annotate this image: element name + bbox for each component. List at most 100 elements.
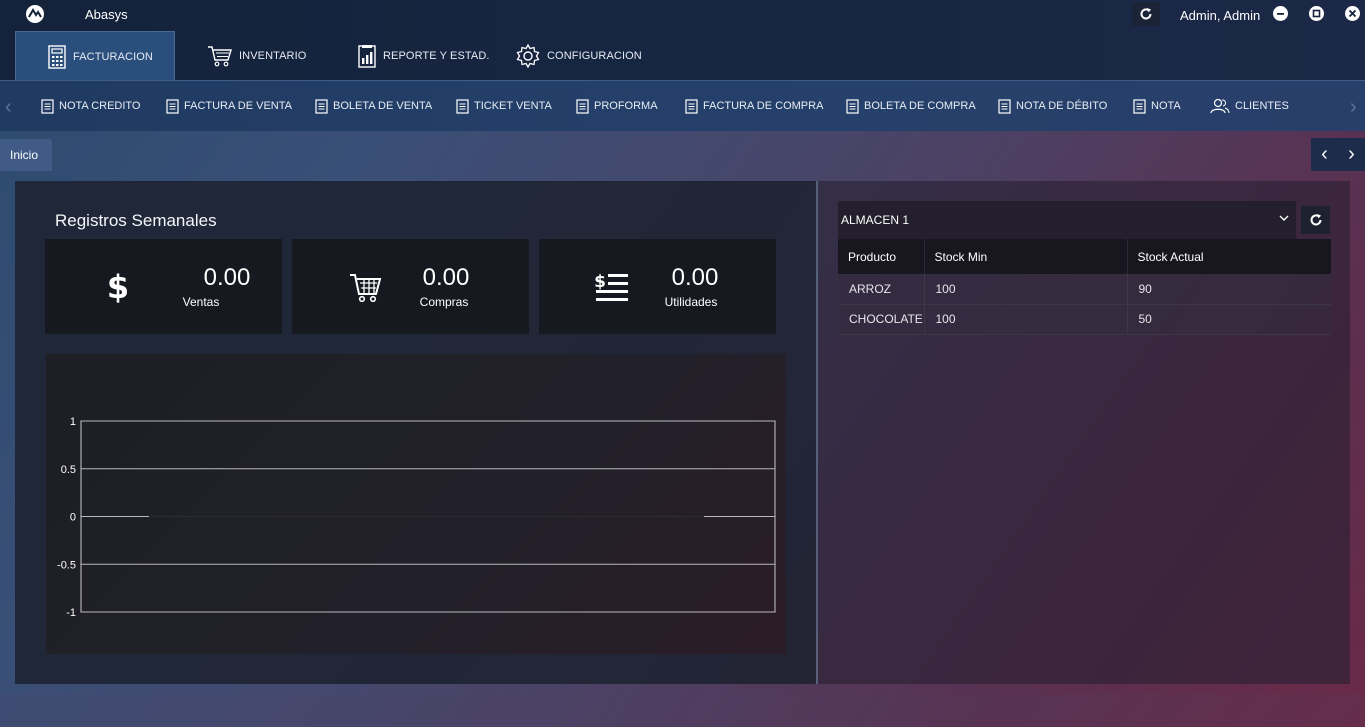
- document-icon: [315, 98, 328, 114]
- table-row[interactable]: ARROZ 100 90: [838, 274, 1331, 305]
- cart-icon: [347, 269, 383, 305]
- close-icon: [1348, 9, 1357, 18]
- toolbar-label: PROFORMA: [594, 100, 658, 112]
- refresh-icon: [1140, 8, 1152, 20]
- document-icon: [576, 98, 589, 114]
- toolbar-boleta-compra[interactable]: BOLETA DE COMPRA: [846, 98, 976, 114]
- tab-label: Inicio: [10, 148, 39, 162]
- y-tick-label: -1: [66, 607, 76, 619]
- tab-label: INVENTARIO: [239, 50, 307, 62]
- y-tick-label: 0.5: [61, 464, 76, 476]
- scroll-left-icon[interactable]: ‹: [5, 96, 12, 119]
- toolbar-label: TICKET VENTA: [474, 100, 552, 112]
- column-header[interactable]: Producto: [838, 239, 925, 274]
- svg-text:$: $: [594, 272, 606, 292]
- table-row[interactable]: CHOCOLATE 100 50: [838, 304, 1331, 335]
- tab-inicio[interactable]: Inicio: [0, 139, 52, 171]
- status-strip: [0, 694, 1365, 727]
- y-tick-label: 1: [70, 416, 76, 428]
- toolbar-proforma[interactable]: PROFORMA: [576, 98, 658, 114]
- document-icon: [1133, 98, 1146, 114]
- document-icon: [41, 98, 54, 114]
- tab-label: REPORTE Y ESTAD.: [383, 50, 490, 62]
- stock-refresh-button[interactable]: [1301, 206, 1330, 234]
- tab-navigation: ‹ ›: [1311, 138, 1365, 171]
- tab-reporte[interactable]: REPORTE Y ESTAD.: [357, 31, 490, 81]
- chart-svg: 1 0.5 0 -0.5 -1: [57, 416, 776, 619]
- calculator-icon: [48, 44, 66, 69]
- stat-compras: 0.00 Compras: [292, 239, 529, 334]
- toolbar-label: BOLETA DE VENTA: [333, 100, 433, 112]
- table-header-row: Producto Stock Min Stock Actual: [838, 239, 1331, 274]
- document-icon: [685, 98, 698, 114]
- stat-utilidades: $ 0.00 Utilidades: [539, 239, 776, 334]
- svg-text:$: $: [107, 269, 129, 305]
- table-cell: 100: [924, 274, 1128, 305]
- document-icon: [166, 98, 179, 114]
- y-tick-label: -0.5: [57, 559, 76, 571]
- toolbar-boleta-venta[interactable]: BOLETA DE VENTA: [315, 98, 432, 114]
- refresh-button[interactable]: [1132, 2, 1160, 26]
- toolbar-ticket-venta[interactable]: TICKET VENTA: [456, 98, 552, 114]
- app-title: Abasys: [85, 7, 128, 22]
- tab-inventario[interactable]: INVENTARIO: [207, 31, 306, 81]
- chevron-left-icon[interactable]: ‹: [1321, 143, 1328, 166]
- toolbar-factura-venta[interactable]: FACTURA DE VENTA: [166, 98, 292, 114]
- toolbar-clientes[interactable]: CLIENTES: [1210, 98, 1289, 114]
- maximize-icon: [1312, 9, 1321, 18]
- table-cell: ARROZ: [838, 274, 925, 305]
- dashboard-panel: Registros Semanales $ 0.00 Ventas 0.00 C…: [15, 181, 816, 684]
- chevron-right-icon[interactable]: ›: [1348, 143, 1355, 166]
- toolbar-label: NOTA: [1151, 100, 1181, 112]
- toolbar-nota-credito[interactable]: NOTA CREDITO: [41, 98, 141, 114]
- table-cell: 90: [1127, 274, 1331, 305]
- document-icon: [846, 98, 859, 114]
- document-icon: [456, 98, 469, 114]
- main-menu-tabs: FACTURACION INVENTARIO REPORTE Y ESTAD. …: [0, 30, 1365, 81]
- stat-value: 0.00: [671, 264, 719, 291]
- toolbar-nota[interactable]: NOTA: [1133, 98, 1181, 114]
- cart-icon: [208, 46, 232, 67]
- report-icon: [358, 45, 376, 68]
- column-header[interactable]: Stock Min: [924, 239, 1128, 274]
- money-list-icon: $: [594, 269, 630, 305]
- stat-label: Ventas: [182, 295, 220, 309]
- stat-label: Utilidades: [664, 295, 718, 309]
- tab-label: FACTURACION: [73, 50, 153, 63]
- y-tick-label: 0: [70, 512, 76, 524]
- minimize-icon: [1277, 13, 1284, 15]
- close-button[interactable]: [1345, 6, 1360, 21]
- tab-facturacion[interactable]: FACTURACION: [15, 31, 175, 81]
- toolbar-label: NOTA DE DÉBITO: [1016, 100, 1108, 112]
- warehouse-value: ALMACEN 1: [841, 213, 910, 227]
- stat-value: 0.00: [422, 264, 470, 291]
- toolbar-label: FACTURA DE VENTA: [184, 100, 292, 112]
- column-header[interactable]: Stock Actual: [1127, 239, 1331, 274]
- title-bar: Abasys Admin, Admin: [0, 0, 1365, 30]
- user-name[interactable]: Admin, Admin: [1180, 8, 1260, 23]
- gear-icon: [516, 43, 540, 69]
- warehouse-select[interactable]: ALMACEN 1: [838, 201, 1296, 239]
- toolbar-factura-compra[interactable]: FACTURA DE COMPRA: [685, 98, 823, 114]
- toolbar-nota-debito[interactable]: NOTA DE DÉBITO: [998, 98, 1107, 114]
- chevron-down-icon: [1279, 215, 1289, 221]
- document-icon: [998, 98, 1011, 114]
- tab-label: CONFIGURACION: [547, 50, 642, 62]
- maximize-button[interactable]: [1309, 6, 1324, 21]
- toolbar-label: NOTA CREDITO: [59, 100, 141, 112]
- weekly-chart: 1 0.5 0 -0.5 -1: [46, 354, 786, 654]
- scroll-right-icon[interactable]: ›: [1350, 96, 1357, 119]
- dollar-icon: $: [100, 269, 136, 305]
- app-logo-icon: [24, 4, 46, 24]
- sub-toolbar: ‹ NOTA CREDITO FACTURA DE VENTA BOLETA D…: [0, 81, 1365, 131]
- table-cell: 50: [1127, 304, 1331, 335]
- table-cell: 100: [924, 304, 1128, 335]
- minimize-button[interactable]: [1273, 6, 1288, 21]
- stock-table: Producto Stock Min Stock Actual ARROZ 10…: [838, 239, 1331, 335]
- tab-configuracion[interactable]: CONFIGURACION: [515, 31, 642, 81]
- toolbar-label: FACTURA DE COMPRA: [703, 100, 824, 112]
- section-title: Registros Semanales: [55, 211, 217, 230]
- stat-ventas: $ 0.00 Ventas: [45, 239, 282, 334]
- users-icon: [1210, 98, 1230, 114]
- toolbar-label: CLIENTES: [1235, 100, 1289, 112]
